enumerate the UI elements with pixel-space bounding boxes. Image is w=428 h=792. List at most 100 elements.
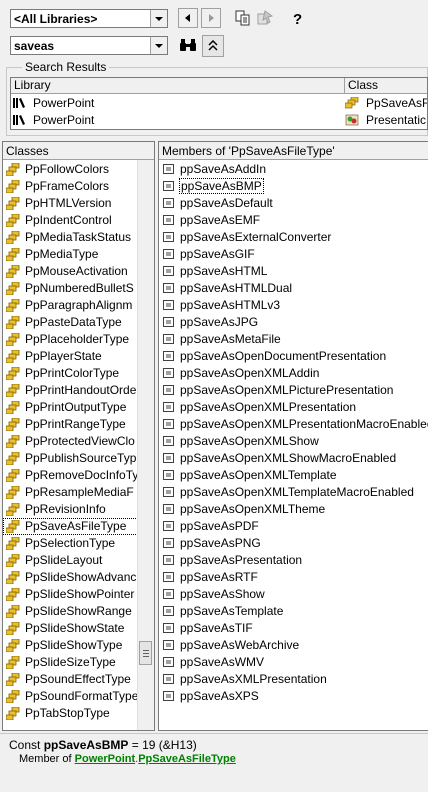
class-item[interactable]: PpPrintColorType xyxy=(3,365,138,382)
class-item-label: PpSlideLayout xyxy=(25,553,103,567)
class-item[interactable]: PpPublishSourceTyp xyxy=(3,450,138,467)
forward-button[interactable] xyxy=(201,8,221,28)
member-item[interactable]: ppSaveAsXMLPresentation xyxy=(159,671,428,688)
member-item[interactable]: ppSaveAsMetaFile xyxy=(159,331,428,348)
library-link[interactable]: PowerPoint xyxy=(75,753,136,765)
member-item[interactable]: ppSaveAsBMP xyxy=(159,178,428,195)
class-item[interactable]: PpPrintOutputType xyxy=(3,399,138,416)
class-item[interactable]: PpSoundEffectType xyxy=(3,671,138,688)
member-item[interactable]: ppSaveAsTemplate xyxy=(159,603,428,620)
toggle-search-results-button[interactable] xyxy=(202,35,224,57)
classes-scrollbar[interactable] xyxy=(137,160,154,730)
class-item[interactable]: PpSlideShowState xyxy=(3,620,138,637)
class-item[interactable]: PpSlideShowPointer xyxy=(3,586,138,603)
class-item[interactable]: PpSlideLayout xyxy=(3,552,138,569)
class-item[interactable]: PpResampleMediaF xyxy=(3,484,138,501)
search-result-row[interactable]: PowerPoint Presentatic xyxy=(11,112,427,129)
class-item[interactable]: PpNumberedBulletS xyxy=(3,280,138,297)
column-header-library[interactable]: Library xyxy=(11,78,345,94)
class-item[interactable]: PpSlideSizeType xyxy=(3,654,138,671)
class-item[interactable]: PpRemoveDocInfoTy xyxy=(3,467,138,484)
member-item[interactable]: ppSaveAsGIF xyxy=(159,246,428,263)
class-item[interactable]: PpMediaType xyxy=(3,246,138,263)
class-item[interactable]: PpSelectionType xyxy=(3,535,138,552)
class-item[interactable]: PpPasteDataType xyxy=(3,314,138,331)
member-item[interactable]: ppSaveAsExternalConverter xyxy=(159,229,428,246)
class-item[interactable]: PpParagraphAlignm xyxy=(3,297,138,314)
member-item[interactable]: ppSaveAsOpenXMLPresentationMacroEnabled xyxy=(159,416,428,433)
member-item[interactable]: ppSaveAsOpenXMLPresentation xyxy=(159,399,428,416)
enum-icon xyxy=(6,605,20,618)
member-item[interactable]: ppSaveAsOpenXMLShow xyxy=(159,433,428,450)
class-item[interactable]: PpMouseActivation xyxy=(3,263,138,280)
member-item[interactable]: ppSaveAsAddIn xyxy=(159,161,428,178)
class-item[interactable]: PpHTMLVersion xyxy=(3,195,138,212)
copy-button[interactable] xyxy=(233,8,253,28)
library-dropdown-value: <All Libraries> xyxy=(14,12,98,26)
member-item[interactable]: ppSaveAsOpenXMLShowMacroEnabled xyxy=(159,450,428,467)
member-item[interactable]: ppSaveAsRTF xyxy=(159,569,428,586)
search-result-row[interactable]: PowerPoint PpSaveAsF xyxy=(11,95,427,112)
classes-list[interactable]: Classes PpFollowColors PpFrameColors PpHTM… xyxy=(2,141,155,731)
class-link[interactable]: PpSaveAsFileType xyxy=(138,753,236,765)
class-item[interactable]: PpTabStopType xyxy=(3,705,138,722)
class-item[interactable]: PpFollowColors xyxy=(3,161,138,178)
search-results-list[interactable]: Library Class PowerPoint PpSaveAsF Power… xyxy=(10,77,428,130)
member-item[interactable]: ppSaveAsHTMLDual xyxy=(159,280,428,297)
member-item[interactable]: ppSaveAsOpenXMLPicturePresentation xyxy=(159,382,428,399)
member-item[interactable]: ppSaveAsOpenXMLTemplateMacroEnabled xyxy=(159,484,428,501)
class-item[interactable]: PpPlayerState xyxy=(3,348,138,365)
member-item[interactable]: ppSaveAsOpenXMLTheme xyxy=(159,501,428,518)
back-button[interactable] xyxy=(178,8,198,28)
class-item[interactable]: PpSoundFormatType xyxy=(3,688,138,705)
class-item[interactable]: PpPrintRangeType xyxy=(3,416,138,433)
help-button[interactable]: ? xyxy=(287,8,307,28)
member-item[interactable]: ppSaveAsWMV xyxy=(159,654,428,671)
details-pane: Const ppSaveAsBMP = 19 (&H13) Member of … xyxy=(0,733,428,792)
class-item[interactable]: PpSaveAsFileType xyxy=(3,518,138,535)
member-item[interactable]: ppSaveAsPresentation xyxy=(159,552,428,569)
member-item[interactable]: ppSaveAsJPG xyxy=(159,314,428,331)
chevron-down-icon[interactable] xyxy=(150,10,167,27)
member-item-label: ppSaveAsTIF xyxy=(180,621,253,635)
member-item[interactable]: ppSaveAsShow xyxy=(159,586,428,603)
member-item[interactable]: ppSaveAsXPS xyxy=(159,688,428,705)
member-item[interactable]: ppSaveAsEMF xyxy=(159,212,428,229)
member-item[interactable]: ppSaveAsOpenXMLAddin xyxy=(159,365,428,382)
class-item[interactable]: PpSlideShowRange xyxy=(3,603,138,620)
class-item[interactable]: PpPlaceholderType xyxy=(3,331,138,348)
column-header-class[interactable]: Class xyxy=(345,78,427,94)
class-item[interactable]: PpIndentControl xyxy=(3,212,138,229)
class-item[interactable]: PpMediaTaskStatus xyxy=(3,229,138,246)
member-item[interactable]: ppSaveAsHTML xyxy=(159,263,428,280)
member-item-label: ppSaveAsOpenXMLShow xyxy=(180,434,319,448)
view-definition-icon xyxy=(257,10,273,25)
member-item[interactable]: ppSaveAsOpenXMLTemplate xyxy=(159,467,428,484)
scrollbar-thumb[interactable] xyxy=(139,641,152,665)
search-input[interactable]: saveas xyxy=(10,36,168,55)
class-item[interactable]: PpPrintHandoutOrde xyxy=(3,382,138,399)
class-item[interactable]: PpFrameColors xyxy=(3,178,138,195)
class-item-label: PpPasteDataType xyxy=(25,315,122,329)
class-item-label: PpRemoveDocInfoTy xyxy=(25,468,139,482)
class-item-label: PpPlayerState xyxy=(25,349,102,363)
member-item-label: ppSaveAsGIF xyxy=(180,247,255,261)
members-list[interactable]: Members of 'PpSaveAsFileType' ppSaveAsAd… xyxy=(158,141,428,731)
class-item[interactable]: PpSlideShowAdvanc xyxy=(3,569,138,586)
constant-icon xyxy=(163,181,174,191)
class-item[interactable]: PpProtectedViewClo xyxy=(3,433,138,450)
member-item[interactable]: ppSaveAsWebArchive xyxy=(159,637,428,654)
member-item[interactable]: ppSaveAsDefault xyxy=(159,195,428,212)
member-item[interactable]: ppSaveAsHTMLv3 xyxy=(159,297,428,314)
class-item[interactable]: PpSlideShowType xyxy=(3,637,138,654)
member-item[interactable]: ppSaveAsTIF xyxy=(159,620,428,637)
chevron-down-icon[interactable] xyxy=(150,37,167,54)
search-button[interactable] xyxy=(178,35,198,55)
view-definition-button[interactable] xyxy=(255,8,275,28)
member-item[interactable]: ppSaveAsPDF xyxy=(159,518,428,535)
member-item[interactable]: ppSaveAsPNG xyxy=(159,535,428,552)
member-item[interactable]: ppSaveAsOpenDocumentPresentation xyxy=(159,348,428,365)
class-item[interactable]: PpRevisionInfo xyxy=(3,501,138,518)
enum-icon xyxy=(6,231,20,244)
library-dropdown[interactable]: <All Libraries> xyxy=(10,9,168,28)
